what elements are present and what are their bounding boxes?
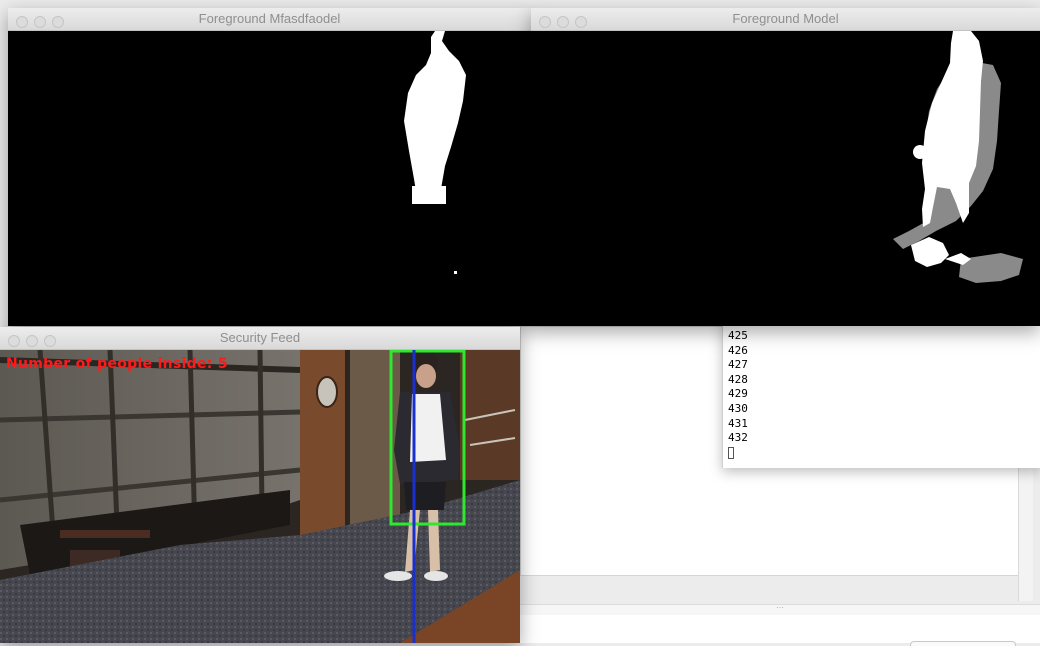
terminal-cursor	[728, 446, 748, 461]
close-dot-icon[interactable]	[16, 16, 28, 28]
window-title: Foreground Model	[732, 11, 839, 26]
window-title: Security Feed	[219, 330, 301, 345]
title-bar[interactable]: Security Feed	[0, 327, 520, 350]
people-count-overlay: Number of people inside: 5	[6, 356, 228, 372]
camera-frame	[0, 350, 520, 643]
foreground-model-view	[531, 31, 1040, 326]
foreground-left-window[interactable]: Foreground Mfasdfaodel	[8, 8, 531, 326]
terminal-line: 427	[728, 358, 748, 372]
foreground-right-window[interactable]: Foreground Model	[531, 8, 1040, 326]
divider-grip: ···	[776, 603, 784, 612]
foreground-mask-view	[8, 31, 531, 326]
terminal-line: 425	[728, 329, 748, 342]
legs-blob	[412, 186, 446, 204]
terminal-line: 432	[728, 431, 748, 445]
terminal-line: 431	[728, 416, 748, 430]
close-dot-icon[interactable]	[8, 335, 20, 347]
close-dot-icon[interactable]	[539, 16, 551, 28]
terminal-output: 424 425 426 427 428 429 430 431 432	[728, 323, 748, 460]
title-bar[interactable]: Foreground Model	[531, 8, 1040, 31]
terminal-line: 428	[728, 372, 748, 386]
door-window	[316, 376, 338, 408]
background-button[interactable]	[910, 641, 1016, 646]
hand-blob	[913, 145, 927, 159]
zoom-dot-icon[interactable]	[52, 16, 64, 28]
minimize-dot-icon[interactable]	[34, 16, 46, 28]
terminal-line: 430	[728, 401, 748, 415]
foreground-model-image	[531, 31, 1040, 326]
terminal-line: 426	[728, 343, 748, 357]
minimize-dot-icon[interactable]	[557, 16, 569, 28]
zoom-dot-icon[interactable]	[44, 335, 56, 347]
foreground-mask-image	[8, 31, 531, 326]
camera-feed-view: Number of people inside: 5	[0, 350, 520, 643]
noise-dot	[454, 271, 457, 274]
background-bottom-pane	[520, 615, 1040, 643]
zoom-dot-icon[interactable]	[575, 16, 587, 28]
minimize-dot-icon[interactable]	[26, 335, 38, 347]
title-bar[interactable]: Foreground Mfasdfaodel	[8, 8, 531, 31]
security-feed-window[interactable]: Security Feed Number of people inside: 5	[0, 327, 520, 643]
terminal-window[interactable]: 424 425 426 427 428 429 430 431 432	[722, 318, 1040, 468]
window-title: Foreground Mfasdfaodel	[198, 11, 341, 26]
terminal-line: 429	[728, 387, 748, 401]
